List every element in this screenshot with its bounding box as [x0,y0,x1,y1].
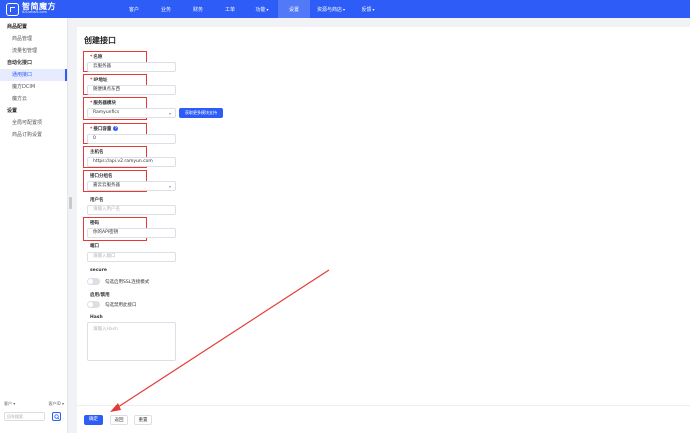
ip-label: *IP地址 [90,78,108,83]
sidebar-search-input[interactable]: 回车搜索 [4,412,45,421]
password-label: 密码 [90,221,99,226]
nav-finance[interactable]: 财务 [182,0,214,18]
username-input[interactable]: 请输入用户名 [87,205,176,215]
password-input[interactable]: 你的API密钥 [87,228,176,238]
search-icon [53,413,60,420]
sidebar-item-generic-interface[interactable]: 通用接口 [0,69,67,81]
sidebar: 商品配置 商品管理 流量包管理 自动化接口 通用接口 魔方DCIM 魔方云 设置… [0,18,68,433]
chevron-down-icon: ▾ [343,6,346,12]
hash-textarea[interactable]: 请输入Hash [87,322,176,361]
secure-toggle[interactable] [87,278,100,285]
ip-input[interactable]: 随便填点东西 [87,85,176,95]
customer-type-select[interactable]: 客户 ▾ [4,401,15,407]
get-more-modules-button[interactable]: 获取更多模块支持 [179,108,223,118]
logo-icon [6,2,19,16]
sidebar-group-product-config: 商品配置 [7,24,28,30]
nav-business[interactable]: 业务 [150,0,182,18]
top-navigation-bar: 智简魔方 IDCsmart.com 客户 业务 财务 工单 功能 ▾ 设置 资源与… [0,0,690,18]
logo-subtitle: IDCsmart.com [22,10,47,15]
sidebar-collapse-handle[interactable] [69,197,72,209]
sidebar-item-cloud[interactable]: 魔方云 [0,93,67,105]
confirm-button[interactable]: 确定 [84,415,103,425]
search-button[interactable] [52,412,61,421]
disabled-label: 启用/禁用 [90,293,110,298]
group-label: 接口分组名 [90,174,113,179]
name-input[interactable]: 云服务器 [87,62,176,72]
secure-toggle-text: 勾选启用SSL连接模式 [105,280,150,285]
page-title: 创建接口 [84,36,116,45]
chevron-down-icon: ▾ [168,184,171,189]
port-label: 端口 [90,244,99,249]
capacity-label: *接口容量? [90,126,119,132]
secure-label: secure [90,268,107,273]
nav-tickets[interactable]: 工单 [214,0,246,18]
nav-features[interactable]: 功能 ▾ [246,0,278,18]
chevron-down-icon: ▾ [266,6,269,12]
disabled-toggle[interactable] [87,301,100,308]
group-select[interactable]: 嘉云云服务器 ▾ [87,181,176,191]
sidebar-group-settings: 设置 [7,108,18,114]
chevron-down-icon: ▾ [372,6,375,12]
port-input[interactable]: 请输入端口 [87,252,176,262]
nav-resources-store[interactable]: 资源与商店 ▾ [310,0,352,18]
nav-settings[interactable]: 设置 [278,0,310,18]
capacity-input[interactable]: 0 [87,134,176,144]
back-button[interactable]: 返回 [110,415,128,425]
help-icon[interactable]: ? [113,126,119,131]
hostname-input[interactable]: https://api.v2.ramyun.com [87,157,176,167]
form-action-bar: 确定 返回 重置 [77,405,690,433]
reset-button[interactable]: 重置 [134,415,152,425]
name-label: *名称 [90,55,103,60]
create-interface-form: 创建接口 *名称 云服务器 *IP地址 随便填点东西 *服务器模块 Ramyun… [77,27,690,433]
sidebar-item-product-management[interactable]: 商品管理 [0,33,67,45]
sidebar-item-order-settings[interactable]: 商品订购设置 [0,129,67,141]
customer-field-select[interactable]: 客户ID ▾ [48,401,64,407]
sidebar-item-dcim[interactable]: 魔方DCIM [0,81,67,93]
nav-feedback[interactable]: 反馈 ▾ [352,0,384,18]
username-label: 用户名 [90,198,104,203]
nav-customers[interactable]: 客户 [118,0,150,18]
hostname-label: 主机名 [90,150,104,155]
module-label: *服务器模块 [90,101,116,106]
disabled-toggle-text: 勾选禁用此接口 [105,303,137,308]
chevron-down-icon: ▾ [168,111,171,116]
app-logo[interactable]: 智简魔方 IDCsmart.com [6,2,56,16]
sidebar-item-traffic-package[interactable]: 流量包管理 [0,45,67,57]
sidebar-group-automation: 自动化接口 [7,60,33,66]
sidebar-search-panel: 客户 ▾ 客户ID ▾ 回车搜索 [0,401,68,421]
sidebar-item-global-options[interactable]: 全局可配置项 [0,117,67,129]
hash-label: Hash [90,315,103,320]
module-select[interactable]: Ramyunfics ▾ [87,108,176,118]
